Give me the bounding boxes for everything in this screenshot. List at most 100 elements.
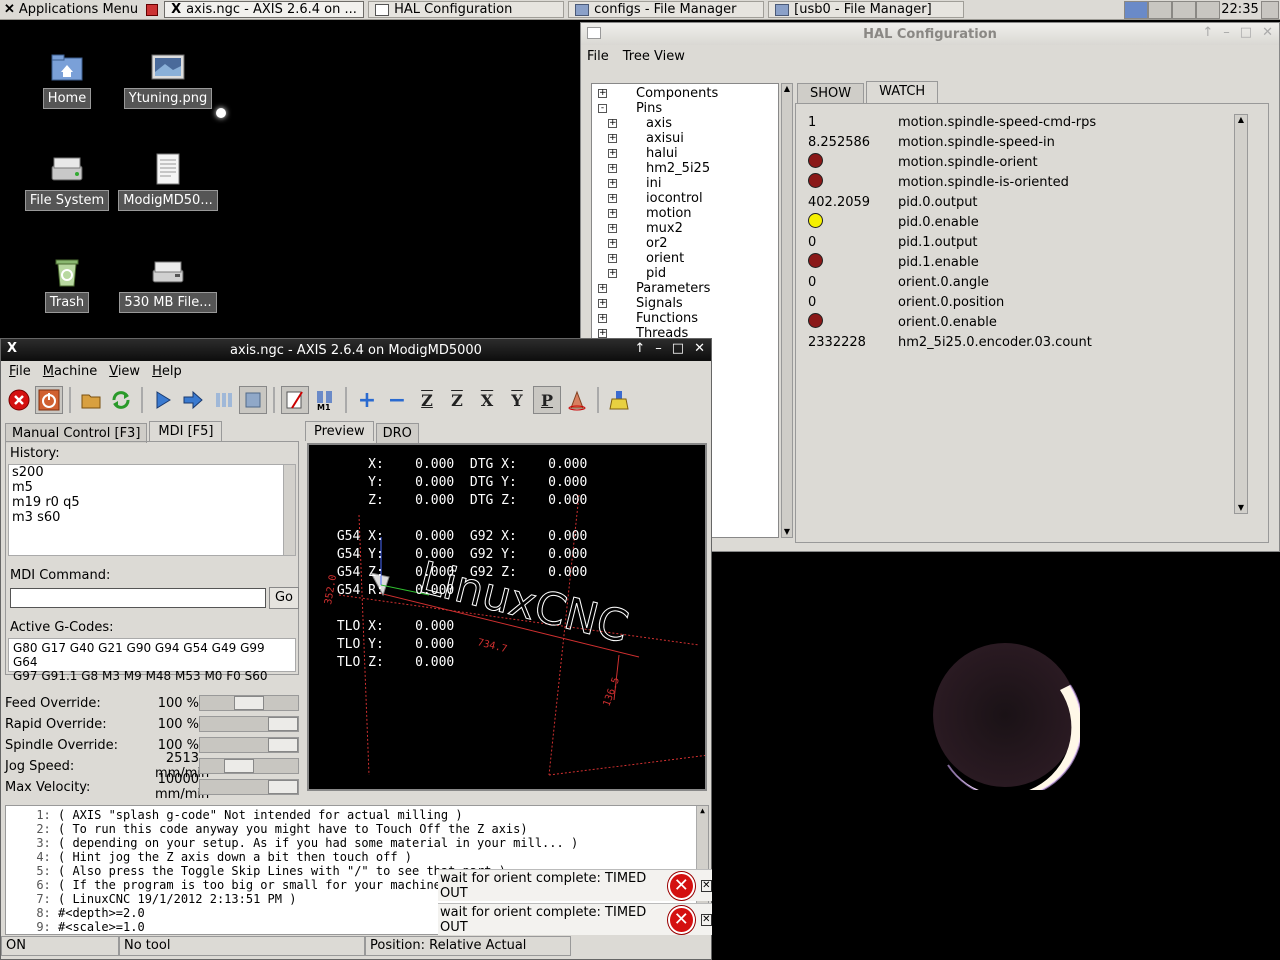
watch-row[interactable]: 8.252586 motion.spindle-speed-in (808, 132, 1055, 152)
expand-icon[interactable]: + (598, 299, 607, 308)
collapse-icon[interactable]: - (598, 104, 607, 113)
tree-item[interactable]: + axis (592, 116, 778, 131)
pause-icon[interactable] (209, 386, 237, 414)
optional-stop-icon[interactable]: M1 (311, 386, 339, 414)
rotate-icon[interactable] (563, 386, 591, 414)
history-scrollbar[interactable] (283, 465, 295, 555)
task-axis[interactable]: X axis.ngc - AXIS 2.6.4 on ... (164, 1, 365, 18)
slider-thumb[interactable] (268, 738, 298, 752)
tree-item[interactable]: + ini (592, 176, 778, 191)
hal-tree-scrollbar[interactable]: ▲ ▼ (781, 83, 793, 538)
expand-icon[interactable]: + (608, 224, 617, 233)
desktop-icon-usb[interactable]: 530 MB File... (113, 254, 223, 313)
gcode-line[interactable]: 1: ( AXIS "splash g-code" Not intended f… (6, 808, 708, 822)
maximize-icon[interactable]: □ (672, 341, 684, 356)
mdi-command-input[interactable] (10, 588, 266, 608)
expand-icon[interactable]: + (598, 329, 607, 338)
expand-icon[interactable]: + (608, 179, 617, 188)
scroll-down-arrow-icon[interactable]: ▼ (782, 527, 792, 537)
workspace-2[interactable] (1148, 0, 1172, 19)
shade-icon[interactable]: ↑ (1202, 25, 1213, 40)
task-usb0[interactable]: [usb0 - File Manager] (768, 1, 965, 18)
tree-item[interactable]: + Parameters (592, 281, 778, 296)
go-button[interactable]: Go (269, 587, 299, 609)
watch-row[interactable]: orient.0.enable (808, 312, 997, 332)
tree-item[interactable]: + mux2 (592, 221, 778, 236)
expand-icon[interactable]: + (608, 149, 617, 158)
scroll-up-arrow-icon[interactable]: ▲ (697, 806, 708, 815)
desktop-icon-home[interactable]: Home (12, 50, 122, 109)
watch-row[interactable]: motion.spindle-is-oriented (808, 172, 1069, 192)
override-slider[interactable] (199, 779, 299, 795)
workspace-3[interactable] (1172, 0, 1196, 19)
tab-show[interactable]: SHOW (797, 83, 865, 105)
expand-icon[interactable]: + (608, 209, 617, 218)
expand-icon[interactable]: + (608, 164, 617, 173)
slider-thumb[interactable] (268, 780, 298, 794)
scroll-down-arrow-icon[interactable]: ▼ (1235, 503, 1247, 513)
close-icon[interactable]: ✕ (1262, 25, 1273, 40)
workspace-1[interactable] (1124, 0, 1148, 19)
axis-menu-machine[interactable]: Machine (43, 364, 97, 380)
x-window-icon[interactable]: X (7, 341, 21, 356)
task-hal[interactable]: HAL Configuration (368, 1, 565, 18)
tree-item[interactable]: + Components (592, 86, 778, 101)
step-icon[interactable] (179, 386, 207, 414)
tree-item[interactable]: + Signals (592, 296, 778, 311)
view-z2-icon[interactable]: Z (443, 386, 471, 414)
tree-item[interactable]: + or2 (592, 236, 778, 251)
expand-icon[interactable]: + (598, 89, 607, 98)
window-menu-icon[interactable] (587, 27, 601, 39)
view-p-icon[interactable]: P (533, 386, 561, 414)
hal-titlebar[interactable]: HAL Configuration ↑ – □ ✕ (581, 23, 1279, 45)
tab-preview[interactable]: Preview (305, 421, 374, 441)
zoom-in-icon[interactable]: + (353, 386, 381, 414)
tab-dro[interactable]: DRO (375, 423, 419, 443)
override-slider[interactable] (199, 758, 299, 774)
history-item[interactable]: m3 s60 (9, 510, 295, 525)
tab-mdi[interactable]: MDI [F5] (149, 421, 223, 441)
scroll-up-arrow-icon[interactable]: ▲ (1235, 115, 1247, 125)
watch-row[interactable]: motion.spindle-orient (808, 152, 1038, 172)
axis-menu-view[interactable]: View (109, 364, 140, 380)
history-item[interactable]: s200 (9, 465, 295, 480)
tree-item[interactable]: + orient (592, 251, 778, 266)
watch-row[interactable]: pid.1.enable (808, 252, 979, 272)
minimize-icon[interactable]: – (1223, 25, 1230, 40)
scroll-up-arrow-icon[interactable]: ▲ (782, 84, 792, 94)
run-icon[interactable] (149, 386, 177, 414)
open-file-icon[interactable] (77, 386, 105, 414)
desktop-icon-trash[interactable]: Trash (12, 254, 122, 313)
tree-item[interactable]: + axisui (592, 131, 778, 146)
axis-menu-help[interactable]: Help (152, 364, 182, 380)
workspace-pager[interactable] (1124, 0, 1220, 19)
maximize-icon[interactable]: □ (1240, 25, 1252, 40)
watch-row[interactable]: 402.2059 pid.0.output (808, 192, 978, 212)
tree-item[interactable]: - Pins (592, 101, 778, 116)
desktop-icon-filesystem[interactable]: File System (12, 152, 122, 211)
gcode-line[interactable]: 2: ( To run this code anyway you might h… (6, 822, 708, 836)
tree-item[interactable]: + hm2_5i25 (592, 161, 778, 176)
watch-row[interactable]: pid.0.enable (808, 212, 979, 232)
slider-thumb[interactable] (224, 759, 254, 773)
notification-area-icon[interactable] (1261, 1, 1279, 19)
slider-thumb[interactable] (268, 717, 298, 731)
zoom-out-icon[interactable]: − (383, 386, 411, 414)
axis-menu-file[interactable]: File (9, 364, 31, 380)
watch-row[interactable]: 2332228 hm2_5i25.0.encoder.03.count (808, 332, 1092, 352)
watch-row[interactable]: 0 orient.0.position (808, 292, 1004, 312)
tree-item[interactable]: + iocontrol (592, 191, 778, 206)
history-item[interactable]: m19 r0 q5 (9, 495, 295, 510)
override-slider[interactable] (199, 695, 299, 711)
watch-row[interactable]: 0 pid.1.output (808, 232, 978, 252)
tree-item[interactable]: + motion (592, 206, 778, 221)
close-notification-icon[interactable]: ✕ (700, 879, 712, 892)
task-configs[interactable]: configs - File Manager (568, 1, 765, 18)
applications-menu[interactable]: ✕ Applications Menu (0, 0, 162, 19)
close-notification-icon[interactable]: ✕ (700, 913, 712, 926)
watch-scrollbar[interactable]: ▲ ▼ (1234, 114, 1248, 514)
stop-icon[interactable] (239, 386, 267, 414)
axis-titlebar[interactable]: X axis.ngc - AXIS 2.6.4 on ModigMD5000 ↑… (1, 339, 711, 361)
gcode-line[interactable]: 4: ( Hint jog the Z axis down a bit then… (6, 850, 708, 864)
clear-plot-icon[interactable] (605, 386, 633, 414)
